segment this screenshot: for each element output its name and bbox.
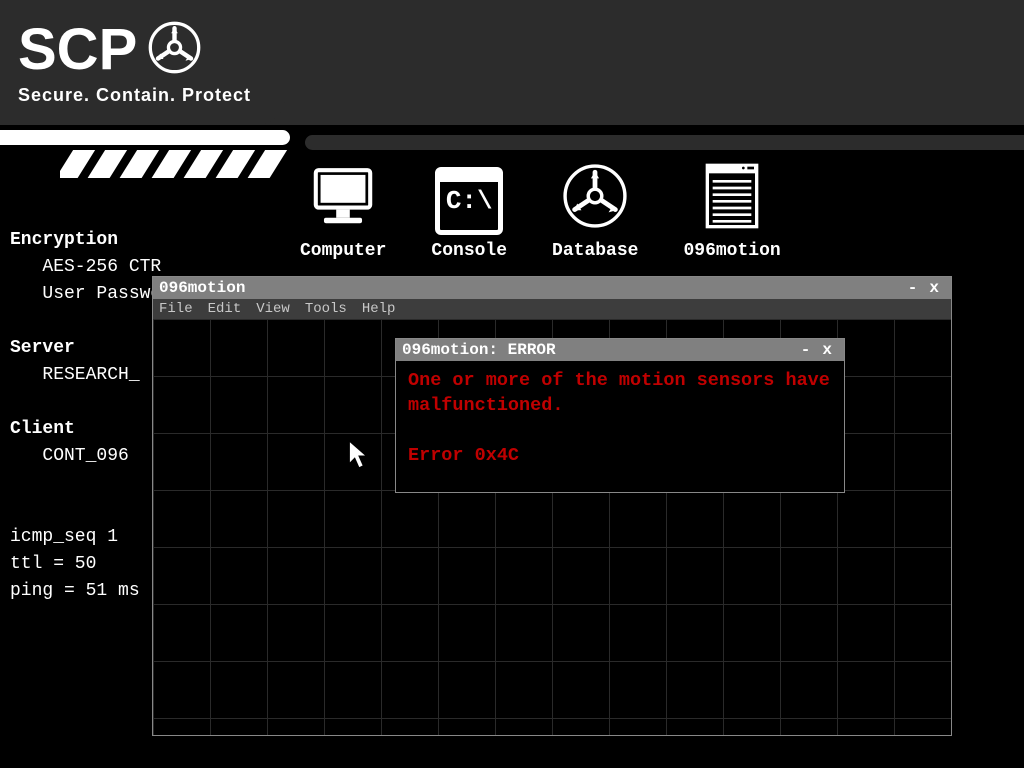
icon-computer-label: Computer [300, 241, 386, 261]
decor-strip [305, 135, 1024, 150]
menu-help[interactable]: Help [362, 301, 396, 317]
sidebar-net-icmp: icmp_seq 1 [10, 527, 118, 547]
icon-096motion-label: 096motion [683, 241, 780, 261]
window-title: 096motion [159, 279, 245, 297]
icon-096motion[interactable]: 096motion [683, 162, 780, 261]
sidebar-client-val: CONT_096 [42, 446, 128, 466]
icon-console[interactable]: C:\ Console [431, 167, 507, 261]
menu-tools[interactable]: Tools [305, 301, 347, 317]
document-icon [702, 162, 762, 235]
logo-text: SCP [18, 21, 137, 79]
window-menubar: File Edit View Tools Help [153, 299, 951, 319]
decor-stripe [0, 130, 290, 145]
dialog-minimize-button[interactable]: - [795, 341, 817, 359]
window-minimize-button[interactable]: - [902, 279, 924, 297]
computer-icon [309, 162, 377, 235]
dialog-titlebar[interactable]: 096motion: ERROR - x [396, 339, 844, 361]
dialog-close-button[interactable]: x [816, 341, 838, 359]
icon-database[interactable]: Database [552, 162, 638, 261]
console-glyph: C:\ [446, 186, 493, 216]
dialog-error-code: Error 0x4C [408, 444, 832, 469]
console-icon: C:\ [435, 167, 503, 235]
sidebar-server-hdr: Server [10, 338, 75, 358]
sidebar-client-hdr: Client [10, 419, 75, 439]
hazard-stripes [60, 150, 295, 178]
icon-computer[interactable]: Computer [300, 162, 386, 261]
icon-database-label: Database [552, 241, 638, 261]
menu-file[interactable]: File [159, 301, 193, 317]
dialog-body: One or more of the motion sensors have m… [396, 361, 844, 477]
desktop-icons: Computer C:\ Console Database [300, 162, 781, 261]
scp-logo-icon [147, 20, 202, 80]
logo-tagline: Secure. Contain. Protect [18, 85, 285, 106]
error-dialog: 096motion: ERROR - x One or more of the … [395, 338, 845, 493]
logo-block: SCP Secure. Contain. Protect [0, 0, 285, 125]
sidebar-encryption-alg: AES-256 CTR [42, 257, 161, 277]
database-icon [561, 162, 629, 235]
window-close-button[interactable]: x [923, 279, 945, 297]
dialog-message: One or more of the motion sensors have m… [408, 369, 832, 419]
sidebar-net-ttl: ttl = 50 [10, 554, 96, 574]
dialog-title: 096motion: ERROR [402, 341, 556, 359]
sidebar-net-ping: ping = 51 ms [10, 581, 140, 601]
menu-view[interactable]: View [256, 301, 290, 317]
sidebar-encryption-hdr: Encryption [10, 230, 118, 250]
menu-edit[interactable]: Edit [208, 301, 242, 317]
window-titlebar[interactable]: 096motion - x [153, 277, 951, 299]
sidebar-server-val: RESEARCH_ [42, 365, 139, 385]
icon-console-label: Console [431, 241, 507, 261]
